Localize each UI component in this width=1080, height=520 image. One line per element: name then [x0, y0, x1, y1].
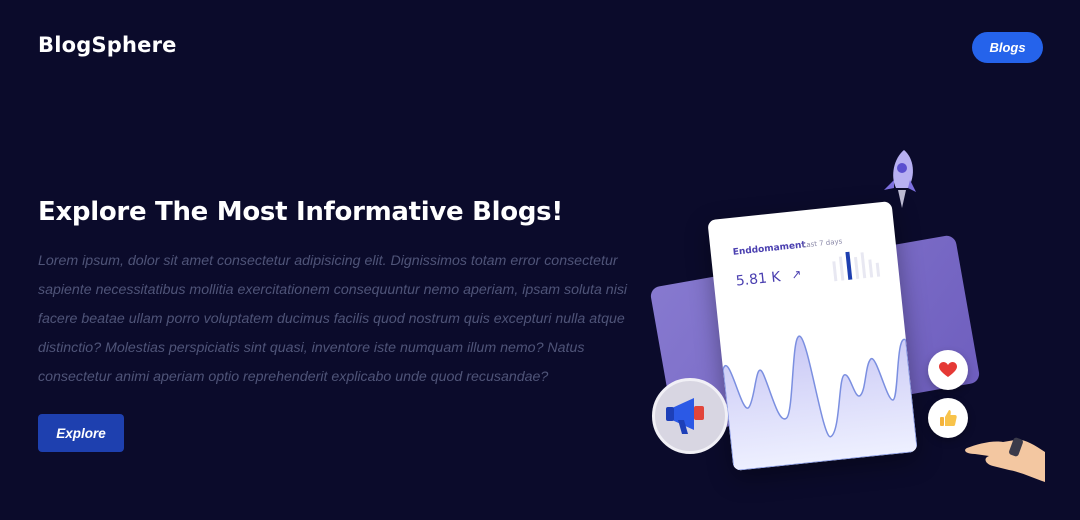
mini-bar-chart-icon: [832, 251, 881, 282]
hero-description: Lorem ipsum, dolor sit amet consectetur …: [38, 253, 628, 385]
page: BlogSphere Blogs Explore The Most Inform…: [0, 0, 1080, 520]
hero-title: Explore The Most Informative Blogs!: [38, 197, 563, 227]
card-subtitle: Last 7 days: [802, 237, 843, 250]
megaphone-icon: [666, 398, 704, 434]
hand-icon: [965, 437, 1045, 482]
thumbs-up-reaction[interactable]: [928, 398, 968, 438]
trend-arrow-icon: ↗: [790, 266, 803, 282]
heart-reaction[interactable]: [928, 350, 968, 390]
wave-chart-icon: [722, 335, 918, 471]
rocket-icon: [884, 150, 916, 208]
card-title: Enddomament: [732, 240, 807, 258]
thumbs-up-icon: [940, 410, 957, 426]
card-value: 5.81 K: [735, 269, 782, 290]
logo[interactable]: BlogSphere: [38, 33, 177, 57]
megaphone-badge: [652, 378, 728, 454]
blogs-button[interactable]: Blogs: [972, 32, 1043, 63]
explore-button[interactable]: Explore: [38, 414, 124, 452]
hero-illustration: Enddomament Last 7 days 5.81 K ↗: [640, 140, 1080, 510]
heart-icon: [939, 362, 957, 377]
stats-card: Enddomament Last 7 days 5.81 K ↗: [707, 201, 918, 471]
